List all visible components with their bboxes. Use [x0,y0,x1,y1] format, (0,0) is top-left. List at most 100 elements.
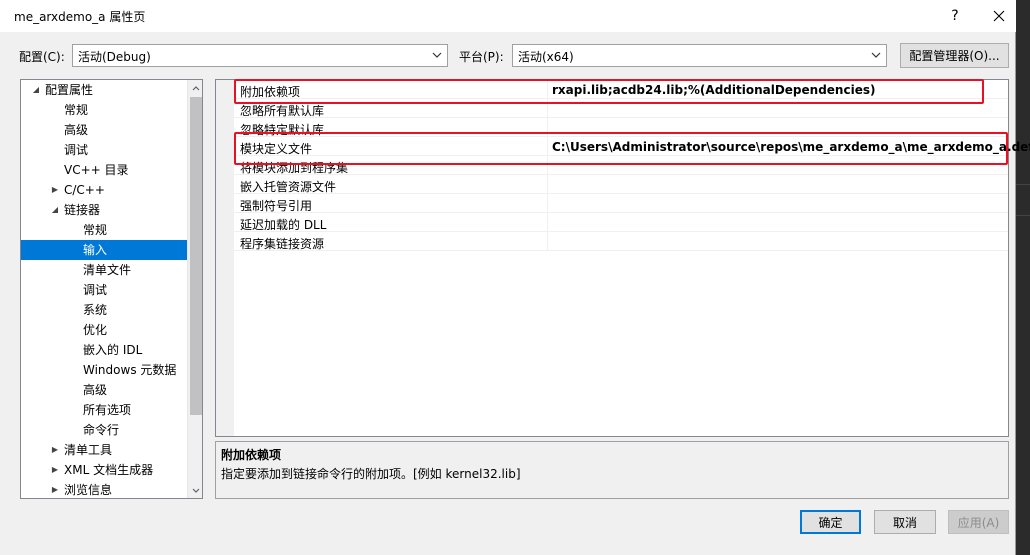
tree-item[interactable]: ◢ 链接器 [21,200,187,220]
tree-item[interactable]: 高级 [21,120,187,140]
column-separator [547,156,548,175]
column-separator [547,175,548,194]
tree-item-label: 嵌入的 IDL [83,343,143,357]
help-button[interactable]: ? [932,0,978,32]
collapsed-arrow-icon[interactable]: ▶ [50,480,60,498]
column-separator [547,213,548,232]
property-name: 延迟加载的 DLL [240,218,327,232]
tree-item[interactable]: 系统 [21,300,187,320]
tree-item[interactable]: ▶ 清单工具 [21,440,187,460]
property-row[interactable]: 忽略特定默认库 [234,118,1008,137]
tree-item-label: 调试 [64,143,89,157]
column-separator [547,118,548,137]
title-bar: me_arxdemo_a 属性页 ? [0,0,1016,32]
chevron-down-icon [431,47,443,63]
platform-select-value: 活动(x64) [518,50,574,64]
property-row[interactable]: 嵌入托管资源文件 [234,175,1008,194]
column-separator [547,194,548,213]
scroll-down-icon[interactable] [188,482,202,498]
platform-label: 平台(P): [459,50,504,64]
property-name: 忽略特定默认库 [240,123,325,137]
tree-item-label: 常规 [64,103,89,117]
collapsed-arrow-icon[interactable]: ▶ [50,460,60,480]
tree-item[interactable]: 调试 [21,280,187,300]
collapsed-arrow-icon[interactable]: ▶ [50,440,60,460]
tree-item-label: 所有选项 [83,403,132,417]
tree-item-label: 配置属性 [45,83,94,97]
tree-item-label: 输入 [83,243,108,257]
property-name: 模块定义文件 [240,142,313,156]
property-value[interactable]: C:\Users\Administrator\source\repos\me_a… [552,140,1030,154]
tree-item-label: XML 文档生成器 [64,463,154,477]
expanded-arrow-icon[interactable]: ◢ [31,80,41,100]
property-row[interactable]: 程序集链接资源 [234,232,1008,251]
property-row[interactable]: 强制符号引用 [234,194,1008,213]
apply-button[interactable]: 应用(A) [948,510,1009,534]
property-name: 强制符号引用 [240,199,313,213]
property-row[interactable]: 忽略所有默认库 [234,99,1008,118]
platform-select[interactable]: 活动(x64) [512,44,887,67]
scrollbar-thumb[interactable] [190,97,202,415]
property-grid: 附加依赖项 rxapi.lib;acdb24.lib;%(AdditionalDe… [215,79,1030,437]
property-row[interactable]: 附加依赖项 rxapi.lib;acdb24.lib;%(AdditionalDe… [234,80,1008,99]
property-row[interactable]: 延迟加载的 DLL [234,213,1008,232]
column-separator [547,232,548,251]
description-text: 指定要添加到链接命令行的附加项。[例如 kernel32.lib] [221,467,521,481]
property-pages-dialog: me_arxdemo_a 属性页 ? 配置(C): 活动(Debug) 平台(P… [0,0,1030,555]
property-row[interactable]: 模块定义文件 C:\Users\Administrator\source\repo… [234,137,1030,156]
property-name: 将模块添加到程序集 [240,161,349,175]
tree-item[interactable]: VC++ 目录 [21,160,187,180]
tree-item-label: 链接器 [64,203,101,217]
tree-item-label: C/C++ [64,183,105,197]
tree-item[interactable]: 清单文件 [21,260,187,280]
config-label: 配置(C): [19,50,65,64]
column-separator [547,99,548,118]
tree-item-label: 常规 [83,223,108,237]
tree-item-label: VC++ 目录 [64,163,129,177]
window-title: me_arxdemo_a 属性页 [14,10,146,24]
property-name: 程序集链接资源 [240,237,325,251]
description-title: 附加依赖项 [221,448,282,462]
ok-button[interactable]: 确定 [800,510,861,534]
config-select-value: 活动(Debug) [78,50,151,64]
config-manager-button[interactable]: 配置管理器(O)... [900,43,1009,68]
config-select[interactable]: 活动(Debug) [72,44,448,67]
tree-item-label: 高级 [83,383,108,397]
tree-item-label: 调试 [83,283,108,297]
tree-item[interactable]: 常规 [21,100,187,120]
property-name: 附加依赖项 [240,85,301,99]
column-separator [547,80,548,99]
tree-item[interactable]: 调试 [21,140,187,160]
tree-item-label: 优化 [83,323,108,337]
tree-item[interactable]: ◢ 配置属性 [21,80,187,100]
tree-item[interactable]: Windows 元数据 [21,360,187,380]
close-button[interactable] [976,0,1022,32]
close-icon [993,10,1005,22]
tree-item-label: 清单工具 [64,443,113,457]
tree-item-label: 浏览信息 [64,483,113,497]
tree-item[interactable]: ▶ XML 文档生成器 [21,460,187,480]
tree-item-label: Windows 元数据 [83,363,177,377]
tree-item-selected[interactable]: 输入 [21,240,187,260]
tree-item-label: 清单文件 [83,263,132,277]
scroll-up-icon[interactable] [188,80,202,96]
property-name: 忽略所有默认库 [240,104,325,118]
tree-item[interactable]: 优化 [21,320,187,340]
property-tree: ◢ 配置属性 常规 高级 调试 VC++ 目录 ▶ C/C++ ◢ 链接器 常规 输入 清单文件 调试 系统… [20,79,203,499]
tree-item[interactable]: 嵌入的 IDL [21,340,187,360]
column-separator [547,137,548,156]
expanded-arrow-icon[interactable]: ◢ [50,200,60,220]
tree-item[interactable]: ▶ 浏览信息 [21,480,187,498]
description-panel: 附加依赖项 指定要添加到链接命令行的附加项。[例如 kernel32.lib] [215,441,1009,499]
property-value[interactable]: rxapi.lib;acdb24.lib;%(AdditionalDepende… [552,83,875,97]
tree-item-label: 系统 [83,303,108,317]
tree-item[interactable]: 高级 [21,380,187,400]
cancel-button[interactable]: 取消 [874,510,936,534]
tree-item[interactable]: 命令行 [21,420,187,440]
tree-item[interactable]: 所有选项 [21,400,187,420]
tree-item[interactable]: 常规 [21,220,187,240]
property-row[interactable]: 将模块添加到程序集 [234,156,1008,175]
tree-scrollbar[interactable] [187,80,202,498]
collapsed-arrow-icon[interactable]: ▶ [50,180,60,200]
tree-item[interactable]: ▶ C/C++ [21,180,187,200]
